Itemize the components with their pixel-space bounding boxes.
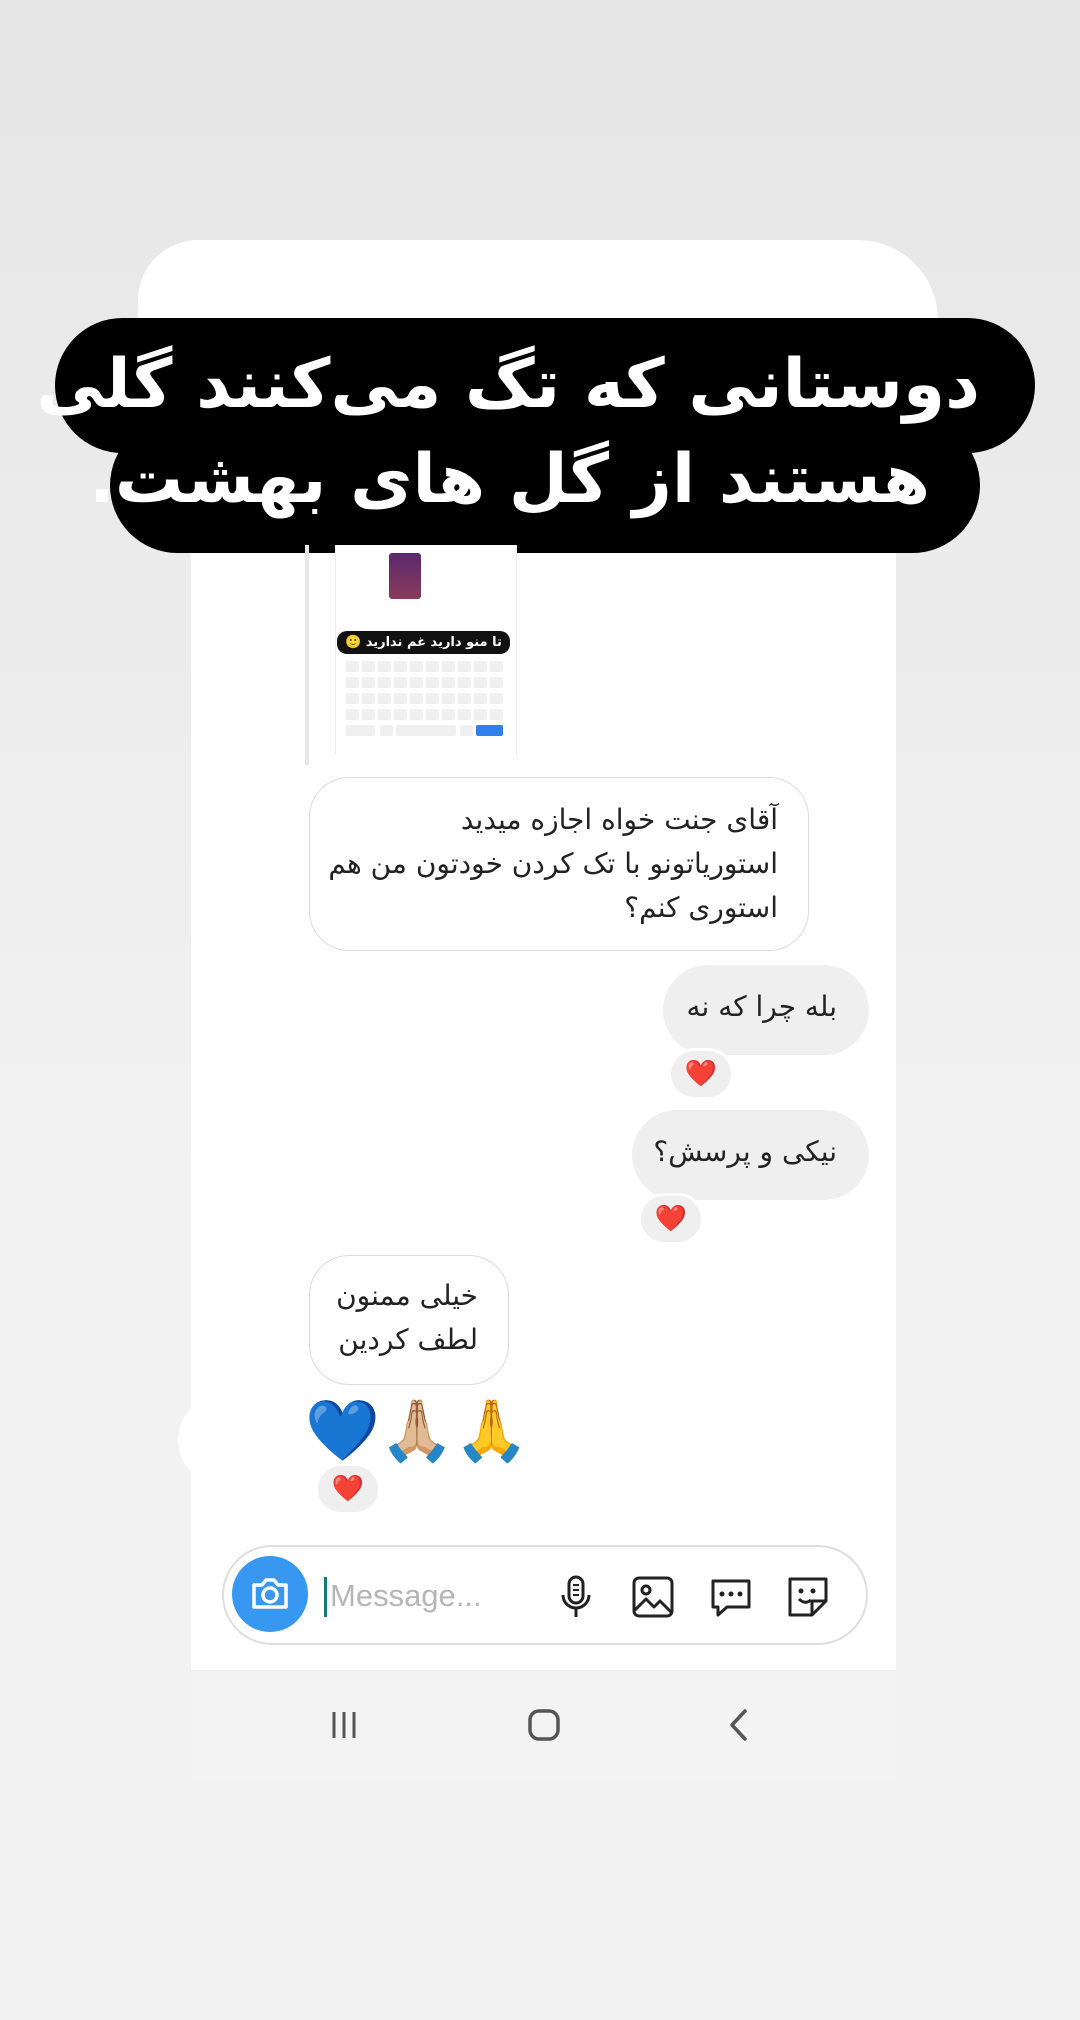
white-brush-spot — [178, 1395, 268, 1485]
message-text-line: استوریاتونو با تک کردن خودتون من هم — [328, 847, 778, 880]
heart-reaction[interactable]: ❤️ — [315, 1463, 381, 1515]
navigation-bar — [191, 1670, 896, 1778]
recent-apps-icon — [332, 1712, 356, 1738]
gallery-icon — [632, 1576, 674, 1618]
message-text-line: استوری کنم؟ — [624, 891, 778, 924]
microphone-icon — [561, 1575, 591, 1617]
chat-options-button[interactable] — [707, 1573, 755, 1621]
keyboard-screenshot — [344, 661, 508, 741]
gallery-button[interactable] — [629, 1573, 677, 1621]
message-text-line: خیلی ممنون — [336, 1279, 478, 1312]
microphone-button[interactable] — [552, 1573, 600, 1621]
home-icon — [528, 1709, 560, 1741]
message-text: بله چرا که نه — [686, 990, 837, 1023]
home-button[interactable] — [519, 1700, 569, 1750]
chat-bubble-icon — [711, 1579, 751, 1617]
shared-story-preview[interactable]: تا منو دارید غم ندارید 🙂 — [305, 545, 520, 765]
text-cursor — [324, 1577, 327, 1617]
recent-apps-button[interactable] — [319, 1700, 369, 1750]
caption-line-2: هستند از گل های بهشت. — [89, 440, 930, 519]
back-button[interactable] — [715, 1700, 765, 1750]
camera-icon — [252, 1578, 288, 1609]
heart-reaction[interactable]: ❤️ — [638, 1193, 704, 1245]
story-image — [389, 553, 421, 599]
heart-reaction[interactable]: ❤️ — [668, 1048, 734, 1100]
message-input[interactable] — [328, 1571, 532, 1621]
message-text-line: لطف کردین — [338, 1323, 478, 1356]
story-thumbnail[interactable]: تا منو دارید غم ندارید 🙂 — [335, 545, 517, 755]
sticker-button[interactable] — [784, 1573, 832, 1621]
received-message-bubble[interactable]: آقای جنت خواه اجازه میدید استوریاتونو با… — [309, 777, 809, 951]
received-message-bubble[interactable]: خیلی ممنون لطف کردین — [309, 1255, 509, 1385]
sent-message-bubble[interactable]: بله چرا که نه — [663, 965, 869, 1055]
message-composer — [222, 1545, 868, 1645]
sticker-icon — [788, 1577, 828, 1617]
story-caption: تا منو دارید غم ندارید 🙂 — [337, 631, 510, 654]
caption-line-1: دوستانی که تگ می‌کنند گلی — [36, 345, 980, 424]
emoji-message[interactable]: 💙🙏🏼🙏 — [305, 1395, 529, 1466]
message-text-line: آقای جنت خواه اجازه میدید — [460, 803, 778, 836]
back-icon — [730, 1709, 747, 1741]
sent-message-bubble[interactable]: نیکی و پرسش؟ — [632, 1110, 869, 1200]
reply-indicator-line — [305, 545, 309, 765]
camera-button[interactable] — [232, 1556, 308, 1632]
message-text: نیکی و پرسش؟ — [653, 1135, 837, 1168]
